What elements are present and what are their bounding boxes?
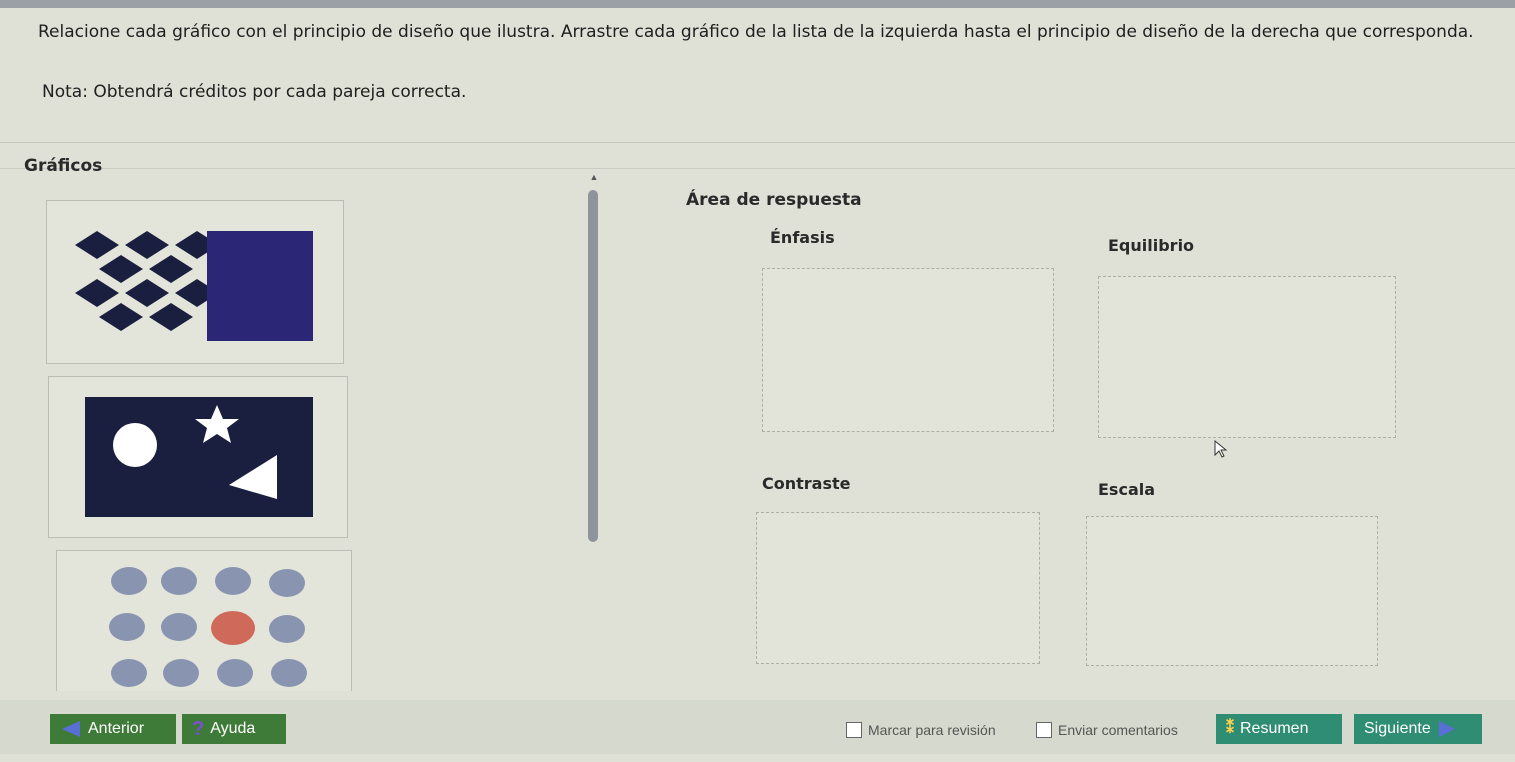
drop-zone-escala[interactable] [1086, 516, 1378, 666]
circle-star-triangle-graphic [85, 397, 313, 517]
graphics-scrollbar[interactable] [588, 190, 598, 542]
dot-grid [109, 567, 307, 687]
graphic-card-shapes[interactable] [48, 376, 348, 538]
section-divider [0, 168, 1515, 169]
summary-button[interactable]: ⁑ Resumen [1216, 714, 1342, 744]
mark-for-review-checkbox[interactable]: Marcar para revisión [846, 722, 996, 738]
arrow-left-icon [62, 721, 80, 737]
graphics-panel-title: Gráficos [24, 156, 103, 176]
help-question-icon: ? [192, 718, 205, 740]
send-comments-box[interactable] [1036, 722, 1052, 738]
mark-review-label: Marcar para revisión [868, 722, 996, 738]
send-comments-label: Enviar comentarios [1058, 722, 1178, 738]
purple-square [207, 231, 313, 341]
zone-label-equilibrio: Equilibrio [1108, 236, 1195, 255]
graphic-card-diamonds-square[interactable] [46, 200, 344, 364]
drop-zone-equilibrio[interactable] [1098, 276, 1396, 438]
next-button-label: Siguiente [1364, 720, 1431, 737]
dot-grid-highlight-graphic [109, 567, 307, 687]
zone-label-enfasis: Énfasis [770, 228, 835, 247]
zone-label-contraste: Contraste [762, 474, 851, 493]
white-circle [113, 423, 157, 467]
note-text: Nota: Obtendrá créditos por cada pareja … [42, 82, 467, 102]
scroll-up-arrow-icon[interactable]: ▲ [588, 172, 600, 182]
answer-area-title: Área de respuesta [686, 190, 862, 210]
divider [0, 142, 1515, 143]
zone-label-escala: Escala [1098, 480, 1156, 499]
help-button-label: Ayuda [210, 720, 256, 737]
top-edge [0, 0, 1515, 8]
summary-icon: ⁑ [1226, 720, 1234, 737]
next-button[interactable]: Siguiente [1354, 714, 1482, 744]
previous-button[interactable]: Anterior [50, 714, 176, 744]
drop-zone-contraste[interactable] [756, 512, 1040, 664]
send-comments-checkbox[interactable]: Enviar comentarios [1036, 722, 1178, 738]
diamond-grid-and-square-graphic [75, 231, 313, 341]
graphic-card-dots[interactable] [56, 550, 352, 691]
mouse-pointer-icon [1214, 440, 1228, 458]
mark-review-box[interactable] [846, 722, 862, 738]
summary-button-label: Resumen [1240, 720, 1309, 737]
help-button[interactable]: ? Ayuda [182, 714, 286, 744]
arrow-right-icon [1438, 721, 1455, 737]
diamond-grid [75, 231, 219, 331]
instructions-text: Relacione cada gráfico con el principio … [38, 22, 1474, 42]
previous-button-label: Anterior [88, 720, 145, 737]
drop-zone-enfasis[interactable] [762, 268, 1054, 432]
highlighted-red-dot [211, 611, 255, 645]
